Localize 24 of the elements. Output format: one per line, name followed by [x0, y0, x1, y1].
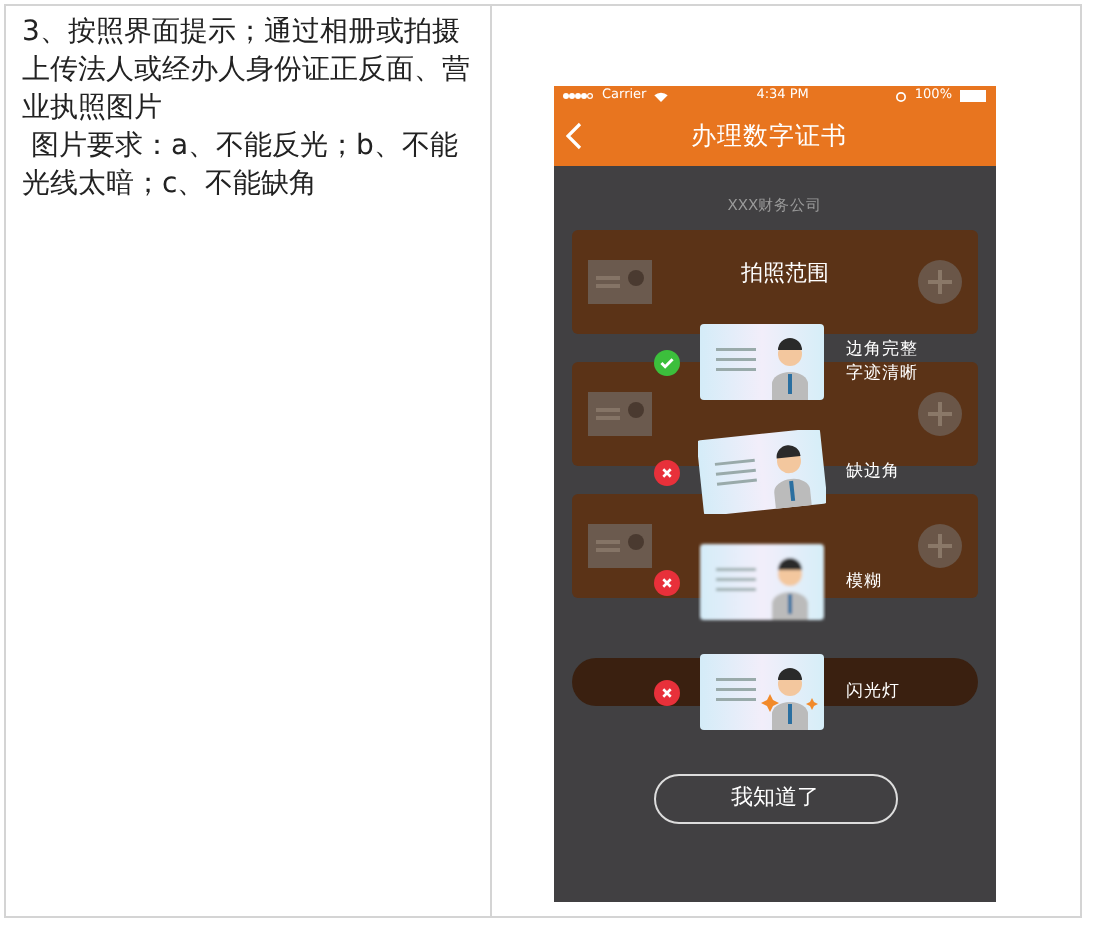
thumbnail-icon	[588, 524, 652, 569]
signal-icon	[562, 92, 594, 100]
add-icon[interactable]	[918, 260, 962, 305]
step-text: 3、按照界面提示；通过相册或拍摄上传法人或经办人身份证正反面、营业执照图片	[22, 14, 472, 128]
screen-title: 办理数字证书	[689, 117, 849, 154]
id-card-drawing	[698, 320, 826, 404]
add-icon[interactable]	[918, 392, 962, 437]
thumbnail-icon	[588, 392, 652, 437]
overlay-title: 拍照范围	[741, 258, 829, 290]
sample-label: 边角完整	[846, 338, 918, 362]
sample-label: 缺边角	[846, 460, 900, 484]
sample-label: 字迹清晰	[846, 362, 918, 386]
wifi-icon	[654, 91, 669, 101]
battery-icon	[960, 90, 988, 102]
got-it-button[interactable]: 我知道了	[653, 773, 897, 823]
sample-label: 模糊	[846, 570, 882, 594]
thumbnail-icon	[588, 260, 652, 305]
requirements-text: 图片要求：a、不能反光；b、不能光线太暗；c、不能缺角	[22, 128, 460, 204]
id-card-drawing	[698, 540, 826, 624]
id-card-drawing	[698, 650, 826, 734]
back-icon[interactable]	[566, 122, 582, 150]
id-card-drawing	[698, 430, 826, 514]
sample-label: 闪光灯	[846, 680, 900, 704]
add-icon[interactable]	[918, 524, 962, 569]
